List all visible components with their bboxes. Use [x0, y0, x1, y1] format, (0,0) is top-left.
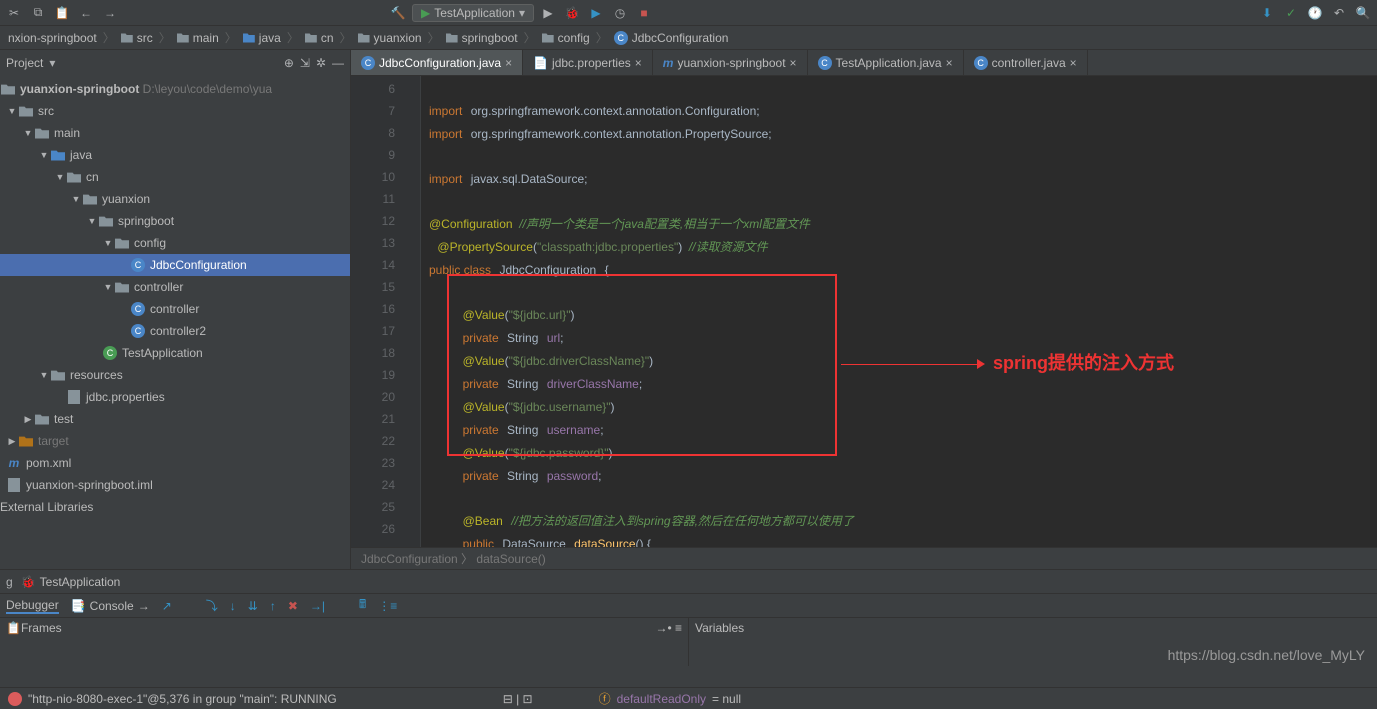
project-tree[interactable]: yuanxion-springboot D:\leyou\code\demo\y…	[0, 76, 350, 569]
coverage-icon[interactable]: ▶	[586, 3, 606, 23]
tab-controller-java[interactable]: Ccontroller.java×	[964, 50, 1088, 75]
tree-controller-pkg[interactable]: ▼controller	[0, 276, 350, 298]
back-icon[interactable]: ←	[76, 3, 96, 23]
force-step-icon[interactable]: ⇊	[248, 599, 258, 613]
collapse-icon[interactable]: ⇲	[300, 56, 310, 70]
code-area[interactable]: import org.springframework.context.annot…	[421, 76, 1377, 547]
git-commit-icon[interactable]: ✓	[1281, 3, 1301, 23]
marker-gutter	[401, 76, 421, 547]
frames-label: Frames	[21, 621, 62, 635]
run-tab-bar: g 🐞 TestApplication	[0, 570, 1377, 594]
project-tool-window: Project ▾ ⊕ ⇲ ✲ — yuanxion-springboot D:…	[0, 50, 351, 569]
tree-config[interactable]: ▼config	[0, 232, 350, 254]
tree-yuanxion[interactable]: ▼yuanxion	[0, 188, 350, 210]
frames-pane: 📋 Frames→• ≡	[0, 618, 689, 666]
watermark: https://blog.csdn.net/love_MyLY	[1168, 647, 1365, 663]
revert-icon[interactable]: ↶	[1329, 3, 1349, 23]
step-over-icon[interactable]: ⤵	[206, 597, 218, 614]
editor-body[interactable]: 67891011121314151617181920212223242526 i…	[351, 76, 1377, 547]
crumb-yuanxion[interactable]: yuanxion	[354, 31, 426, 45]
tree-test[interactable]: ▶test	[0, 408, 350, 430]
step-out-icon[interactable]: ↑	[270, 599, 276, 613]
variables-label: Variables	[695, 621, 744, 635]
run-icon[interactable]: ▶	[538, 3, 558, 23]
tab-jdbcconfiguration-java[interactable]: CJdbcConfiguration.java×	[351, 50, 523, 75]
tree-jdbc-props[interactable]: jdbc.properties	[0, 386, 350, 408]
annotation-box	[447, 274, 837, 456]
panel-title: Project	[6, 56, 43, 70]
settings-icon[interactable]: ✲	[316, 56, 326, 70]
paste-icon[interactable]: 📋	[52, 3, 72, 23]
tree-main[interactable]: ▼main	[0, 122, 350, 144]
git-pull-icon[interactable]: ⬇	[1257, 3, 1277, 23]
scissors-icon[interactable]: ✂	[4, 3, 24, 23]
tree-controller2-class[interactable]: Ccontroller2	[0, 320, 350, 342]
tree-resources[interactable]: ▼resources	[0, 364, 350, 386]
crumb-cn[interactable]: cn	[301, 31, 338, 45]
tree-ext-lib[interactable]: External Libraries	[0, 496, 350, 518]
profile-icon[interactable]: ◷	[610, 3, 630, 23]
tab-console[interactable]: 📑 Console →	[71, 599, 150, 613]
breakpoint-icon[interactable]	[8, 692, 22, 706]
debug-tabs: Debugger 📑 Console → ↗ ⤵ ↓ ⇊ ↑ ✖ →| 🖩 ⋮≡	[0, 594, 1377, 618]
copy-icon[interactable]: ⧉	[28, 3, 48, 23]
crumb-config[interactable]: config	[538, 31, 594, 45]
filter-icon[interactable]: ↗	[162, 599, 172, 613]
forward-icon[interactable]: →	[100, 3, 120, 23]
editor-tabs: CJdbcConfiguration.java×📄jdbc.properties…	[351, 50, 1377, 76]
arrow-head-icon	[977, 359, 985, 369]
tree-iml[interactable]: yuanxion-springboot.iml	[0, 474, 350, 496]
tree-testapp[interactable]: CTestApplication	[0, 342, 350, 364]
thread-status: "http-nio-8080-exec-1"@5,376 in group "m…	[28, 692, 337, 706]
annotation-text: spring提供的注入方式	[993, 352, 1174, 374]
run-config-selector[interactable]: ▶ TestApplication ▾	[412, 4, 534, 22]
crumb-src[interactable]: src	[117, 31, 157, 45]
debug-tool-window: g 🐞 TestApplication Debugger 📑 Console →…	[0, 569, 1377, 687]
tree-pom[interactable]: mpom.xml	[0, 452, 350, 474]
debug-icon[interactable]: 🐞	[562, 3, 582, 23]
build-icon[interactable]: 🔨	[388, 3, 408, 23]
crumb-main[interactable]: main	[173, 31, 223, 45]
tree-cn[interactable]: ▼cn	[0, 166, 350, 188]
tree-project-root[interactable]: yuanxion-springboot D:\leyou\code\demo\y…	[0, 78, 350, 100]
navigation-breadcrumb: nxion-springboot〉 src〉 main〉 java〉 cn〉 y…	[0, 26, 1377, 50]
project-panel-header: Project ▾ ⊕ ⇲ ✲ —	[0, 50, 350, 76]
tree-src[interactable]: ▼src	[0, 100, 350, 122]
tab-testapplication-java[interactable]: CTestApplication.java×	[808, 50, 964, 75]
tab-yuanxion-springboot[interactable]: myuanxion-springboot×	[653, 50, 808, 75]
var-value: = null	[712, 692, 741, 706]
crumb-java[interactable]: java	[239, 31, 285, 45]
more-icon[interactable]: ⋮≡	[378, 599, 397, 613]
status-bar: "http-nio-8080-exec-1"@5,376 in group "m…	[0, 687, 1377, 709]
find-icon[interactable]: 🔍	[1353, 3, 1373, 23]
annotation-arrow	[841, 364, 981, 365]
main-toolbar: ✂ ⧉ 📋 ← → 🔨 ▶ TestApplication ▾ ▶ 🐞 ▶ ◷ …	[0, 0, 1377, 26]
line-gutter: 67891011121314151617181920212223242526	[351, 76, 401, 547]
hide-icon[interactable]: —	[332, 56, 344, 70]
tree-controller-class[interactable]: Ccontroller	[0, 298, 350, 320]
evaluate-icon[interactable]: 🖩	[359, 595, 366, 616]
history-icon[interactable]: 🕐	[1305, 3, 1325, 23]
editor: CJdbcConfiguration.java×📄jdbc.properties…	[351, 50, 1377, 569]
run-tab-testapp[interactable]: 🐞 TestApplication	[21, 575, 121, 589]
crumb-project[interactable]: nxion-springboot	[4, 31, 101, 45]
tree-target[interactable]: ▶target	[0, 430, 350, 452]
stop-icon[interactable]: ■	[634, 3, 654, 23]
crumb-springboot[interactable]: springboot	[442, 31, 522, 45]
editor-breadcrumb[interactable]: JdbcConfiguration 〉 dataSource()	[351, 547, 1377, 569]
target-icon[interactable]: ⊕	[284, 56, 294, 70]
tab-debugger[interactable]: Debugger	[6, 598, 59, 614]
tree-java[interactable]: ▼java	[0, 144, 350, 166]
drop-frame-icon[interactable]: ✖	[288, 599, 298, 613]
crumb-class[interactable]: CJdbcConfiguration	[610, 31, 733, 45]
tree-jdbc-configuration[interactable]: CJdbcConfiguration	[0, 254, 350, 276]
run-to-cursor-icon[interactable]: →|	[310, 599, 325, 613]
var-name: defaultReadOnly	[617, 692, 706, 706]
tree-springboot[interactable]: ▼springboot	[0, 210, 350, 232]
tab-jdbc-properties[interactable]: 📄jdbc.properties×	[523, 50, 653, 75]
step-into-icon[interactable]: ↓	[230, 599, 236, 613]
